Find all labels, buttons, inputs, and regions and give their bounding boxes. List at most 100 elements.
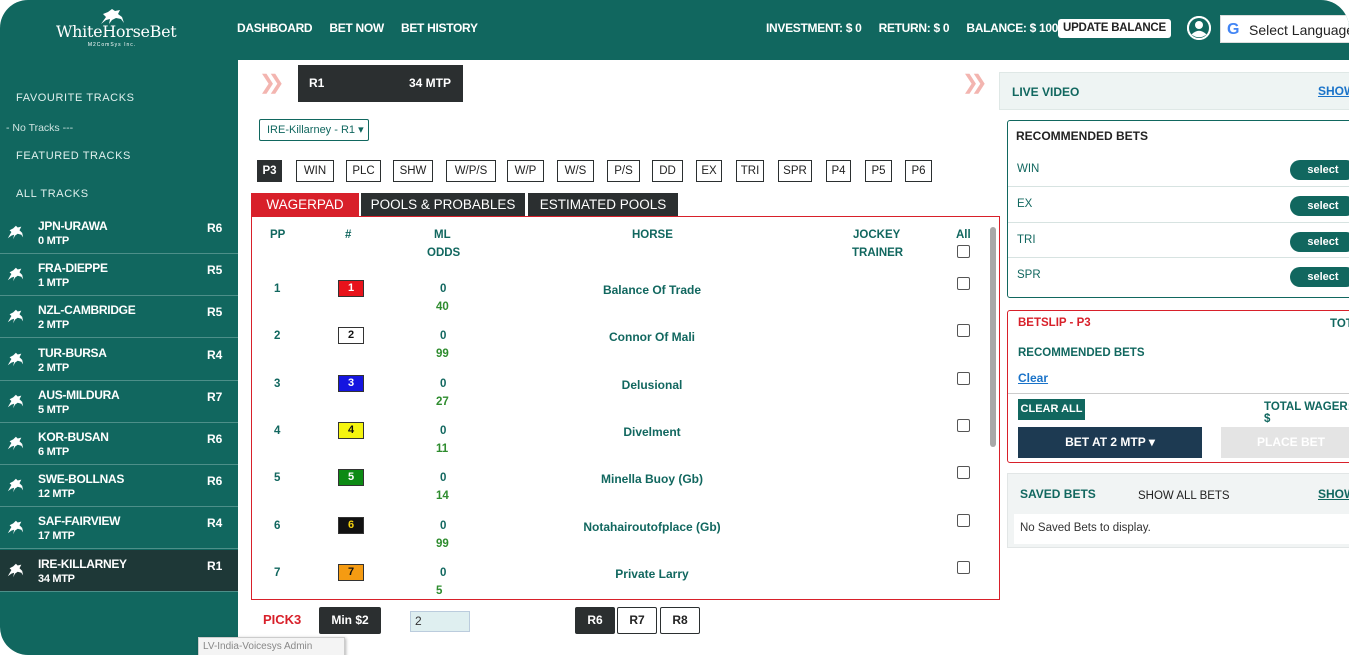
total-wager-label: TOTAL WAGER: $	[1264, 401, 1349, 425]
runner-checkbox[interactable]	[957, 560, 970, 574]
sidebar-track-item[interactable]: KOR-BUSAN 6 MTP R6	[0, 423, 238, 465]
race-select[interactable]: IRE-Killarney - R1 ▾	[259, 119, 369, 141]
show-all-bets-link[interactable]: SHOW ALL BETS	[1138, 490, 1230, 502]
runner-ml: 0	[440, 519, 447, 532]
track-race: R4	[207, 347, 223, 362]
bet-type-p4[interactable]: P4	[826, 160, 851, 182]
runner-row: 3 3 0 27 Delusional	[252, 367, 992, 414]
sidebar-track-item[interactable]: IRE-KILLARNEY 34 MTP R1	[0, 549, 238, 592]
runner-ml: 0	[440, 472, 447, 485]
odds-header: ODDS	[427, 247, 461, 259]
select-button-tri[interactable]: select	[1290, 232, 1349, 252]
bet-type-w-p[interactable]: W/P	[507, 160, 544, 182]
sidebar-track-item[interactable]: AUS-MILDURA 5 MTP R7	[0, 381, 238, 423]
bet-type-win[interactable]: WIN	[296, 160, 334, 182]
tab-wagerpad[interactable]: WAGERPAD	[251, 193, 359, 217]
caret-down-icon: ▾	[1148, 435, 1155, 449]
amount-input[interactable]: 2	[410, 611, 470, 632]
live-video-title: LIVE VIDEO	[1012, 85, 1080, 99]
tab-pools-probables[interactable]: POOLS & PROBABLES	[361, 193, 525, 217]
track-name: TUR-BURSA	[38, 345, 107, 360]
select-button-ex[interactable]: select	[1290, 196, 1349, 216]
runner-checkbox[interactable]	[957, 466, 970, 480]
scrollbar[interactable]	[990, 227, 996, 447]
runner-row: 4 4 0 11 Divelment	[252, 414, 992, 461]
update-balance-button[interactable]: UPDATE BALANCE	[1058, 19, 1171, 38]
bet-type-p-s[interactable]: P/S	[607, 160, 640, 182]
prev-race-icon[interactable]: ❯❯	[259, 70, 284, 95]
select-button-win[interactable]: select	[1290, 160, 1349, 180]
bet-type-plc[interactable]: PLC	[346, 160, 381, 182]
jockey-header: JOCKEY	[853, 229, 901, 241]
ml-header: ML	[434, 229, 451, 241]
saved-bets-title: SAVED BETS	[1020, 487, 1096, 501]
runner-checkbox[interactable]	[957, 513, 970, 527]
clear-all-button[interactable]: CLEAR ALL	[1018, 399, 1085, 420]
track-race: R5	[207, 263, 223, 278]
nav-bet-history[interactable]: BET HISTORY	[401, 21, 478, 35]
sidebar-track-item[interactable]: TUR-BURSA 2 MTP R4	[0, 339, 238, 381]
runner-odds: 40	[436, 301, 449, 313]
runner-checkbox[interactable]	[957, 418, 970, 432]
bet-type-spr[interactable]: SPR	[778, 160, 812, 182]
track-race: R6	[207, 474, 223, 489]
account-stats: INVESTMENT: $ 0 RETURN: $ 0 BALANCE: $ 1…	[766, 21, 1079, 35]
divider	[1008, 222, 1349, 223]
bet-type-p3[interactable]: P3	[257, 160, 282, 182]
bet-at-button[interactable]: BET AT 2 MTP ▾	[1018, 427, 1202, 458]
track-name: FRA-DIEPPE	[38, 261, 108, 276]
sidebar-track-item[interactable]: SAF-FAIRVIEW 17 MTP R4	[0, 507, 238, 550]
runner-checkbox[interactable]	[957, 324, 970, 338]
track-race: R4	[207, 516, 223, 531]
rec-item-win: WIN	[1017, 163, 1040, 175]
live-video-show-link[interactable]: SHOW	[1318, 84, 1349, 98]
bet-type-shw[interactable]: SHW	[393, 160, 433, 182]
select-all-checkbox[interactable]	[957, 245, 970, 258]
track-mtp: 34 MTP	[38, 572, 75, 585]
bet-type-dd[interactable]: DD	[652, 160, 683, 182]
runner-ml: 0	[440, 424, 447, 437]
bet-type-ex[interactable]: EX	[696, 160, 722, 182]
horse-name: Delusional	[621, 377, 683, 392]
sidebar-track-item[interactable]: NZL-CAMBRIDGE 2 MTP R5	[0, 296, 238, 339]
clear-link[interactable]: Clear	[1018, 371, 1048, 385]
runner-checkbox[interactable]	[957, 277, 970, 290]
tab-estimated-pools[interactable]: ESTIMATED POOLS	[528, 193, 678, 217]
language-select[interactable]: G Select Language	[1220, 15, 1349, 43]
sidebar-track-item[interactable]: JPN-URAWA 0 MTP R6	[0, 212, 238, 254]
track-name: IRE-KILLARNEY	[38, 556, 127, 571]
nav-dashboard[interactable]: DASHBOARD	[237, 21, 313, 35]
min-bet-button[interactable]: Min $2	[319, 607, 381, 634]
select-button-spr[interactable]: select	[1290, 267, 1349, 287]
divider	[1008, 257, 1349, 258]
race-button-r6[interactable]: R6	[575, 607, 615, 634]
favourite-tracks-heading: FAVOURITE TRACKS	[16, 92, 135, 104]
user-icon[interactable]	[1187, 16, 1211, 40]
track-name: JPN-URAWA	[38, 219, 108, 233]
horse-logo-icon	[101, 9, 124, 24]
runner-ml: 0	[440, 283, 447, 295]
horse-name: Notahairoutofplace (Gb)	[583, 519, 721, 534]
bet-type-tri[interactable]: TRI	[736, 160, 764, 182]
bet-type-w-p-s[interactable]: W/P/S	[446, 160, 496, 182]
race-button-r8[interactable]: R8	[660, 607, 700, 634]
place-bet-button[interactable]: PLACE BET	[1221, 427, 1349, 458]
sidebar-track-item[interactable]: FRA-DIEPPE 1 MTP R5	[0, 254, 238, 297]
saddle-cloth-number: 1	[338, 280, 364, 297]
nav-bet-now[interactable]: BET NOW	[329, 21, 384, 35]
saddle-cloth-number: 5	[338, 469, 364, 487]
bet-type-p5[interactable]: P5	[865, 160, 892, 182]
bet-type-p6[interactable]: P6	[905, 160, 932, 182]
caret-down-icon: ▾	[358, 124, 364, 136]
runner-row: 5 5 0 14 Minella Buoy (Gb)	[252, 461, 992, 508]
horse-icon	[7, 436, 24, 451]
bet-type-w-s[interactable]: W/S	[557, 160, 594, 182]
logo[interactable]: WhiteHorseBet M2ComSys Inc.	[56, 9, 177, 50]
saved-show-link[interactable]: SHOW	[1318, 487, 1349, 501]
horse-name: Minella Buoy (Gb)	[601, 472, 703, 487]
sidebar-track-item[interactable]: SWE-BOLLNAS 12 MTP R6	[0, 465, 238, 508]
race-mtp: 34 MTP	[408, 76, 451, 90]
next-race-icon[interactable]: ❯❯	[962, 70, 987, 95]
runner-checkbox[interactable]	[957, 371, 970, 385]
race-button-r7[interactable]: R7	[617, 607, 657, 634]
